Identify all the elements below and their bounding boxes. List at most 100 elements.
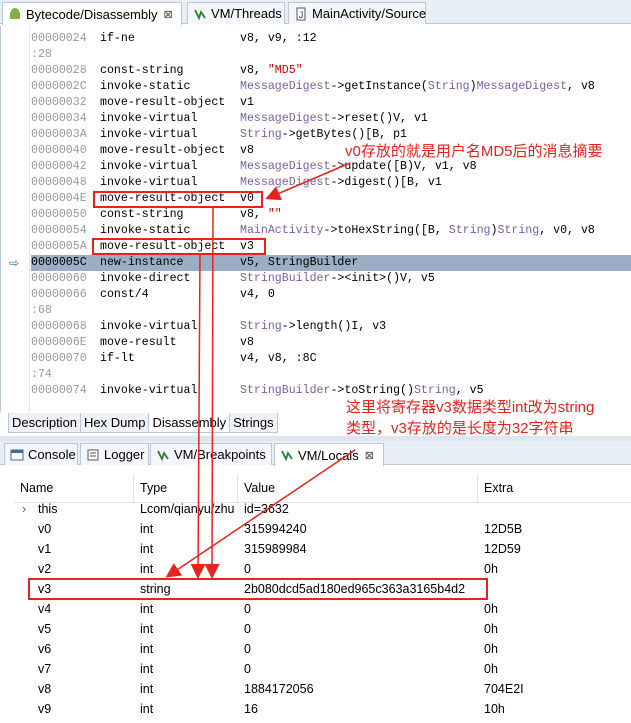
cell-value: 0: [244, 602, 251, 616]
code-opcode: const/4: [100, 288, 149, 301]
close-icon[interactable]: ⊠: [164, 8, 173, 21]
tab-strings[interactable]: Strings: [229, 413, 278, 433]
operand-segment: v8, v9, :12: [240, 32, 317, 45]
locals-row[interactable]: v0 int 315994240 12D5B: [14, 519, 631, 539]
operand-segment: ->length()I, v3: [281, 320, 387, 333]
code-address: 00000048: [31, 176, 87, 189]
cell-type: int: [140, 662, 154, 676]
operand-segment: v8,: [240, 208, 268, 221]
code-opcode: move-result-object: [100, 96, 226, 109]
operand-segment: MessageDigest: [240, 160, 331, 173]
code-opcode: if-lt: [100, 352, 135, 365]
tab-label: VM/Threads: [211, 6, 282, 21]
code-address: 00000024: [31, 32, 87, 45]
tab-bytecode-disassembly[interactable]: Bytecode/Disassembly ⊠: [2, 2, 182, 25]
locals-row[interactable]: v7 int 0 0h: [14, 659, 631, 679]
code-address: :28: [31, 48, 52, 61]
operand-segment: ->getInstance(: [330, 80, 428, 93]
code-address: 00000066: [31, 288, 87, 301]
code-address: 0000002C: [31, 80, 87, 93]
code-opcode: const-string: [100, 64, 184, 77]
lower-tab-bar: Console Logger VM/Breakpoints VM/Locals …: [0, 441, 631, 466]
code-operands: String->getBytes()[B, p1: [240, 127, 407, 143]
disassembly-editor[interactable]: ⇨ 00000024 if-ne v8, v9, :12:28 00000028 con…: [0, 26, 631, 412]
code-operands: MainActivity->toHexString([B, String)Str…: [240, 223, 595, 239]
operand-segment: String: [448, 224, 491, 237]
operand-segment: MessageDigest: [240, 80, 331, 93]
code-operands: MessageDigest->getInstance(String)Messag…: [240, 79, 595, 95]
cell-value: 16: [244, 702, 258, 716]
code-line[interactable]: 0000005C new-instance v5, StringBuilder: [31, 255, 631, 271]
tab-vm-threads[interactable]: VM/Threads: [187, 2, 285, 24]
tab-console[interactable]: Console: [4, 443, 78, 465]
console-icon: [10, 448, 24, 462]
operand-segment: v4, 0: [240, 288, 275, 301]
operand-segment: v8,: [240, 64, 268, 77]
code-opcode: invoke-virtual: [100, 160, 198, 173]
locals-row[interactable]: › this Lcom/qianyu/zhu id=3632: [14, 499, 631, 519]
cell-name: v4: [38, 602, 52, 616]
code-address: 0000005C: [31, 256, 87, 269]
code-opcode: if-ne: [100, 32, 135, 45]
tab-vm-locals[interactable]: VM/Locals ⊠: [274, 443, 384, 466]
operand-segment: StringBuilder: [240, 384, 331, 397]
code-opcode: invoke-virtual: [100, 128, 198, 141]
column-header-name[interactable]: Name: [14, 474, 134, 502]
locals-row[interactable]: v4 int 0 0h: [14, 599, 631, 619]
locals-row[interactable]: v6 int 0 0h: [14, 639, 631, 659]
cell-name: v1: [38, 542, 52, 556]
code-address: 00000074: [31, 384, 87, 397]
breakpoints-icon: [156, 448, 170, 462]
locals-icon: [280, 448, 294, 462]
cell-value: 315989984: [244, 542, 307, 556]
cell-type: int: [140, 602, 154, 616]
cell-name: v9: [38, 702, 52, 716]
code-address: 00000032: [31, 96, 87, 109]
code-operands: v4, v8, :8C: [240, 351, 317, 367]
code-opcode: const-string: [100, 208, 184, 221]
operand-segment: v5, StringBuilder: [240, 256, 359, 269]
code-address: :74: [31, 368, 52, 381]
tab-vm-breakpoints[interactable]: VM/Breakpoints: [150, 443, 272, 465]
tab-description[interactable]: Description: [8, 413, 82, 433]
column-header-type[interactable]: Type: [134, 474, 238, 502]
code-address: 00000050: [31, 208, 87, 221]
expand-icon[interactable]: ›: [22, 499, 26, 519]
logger-icon: [86, 448, 100, 462]
code-operands: String->length()I, v3: [240, 319, 386, 335]
operand-segment: MainActivity: [240, 224, 324, 237]
cell-extra: 12D59: [484, 542, 521, 556]
tab-disassembly[interactable]: Disassembly: [148, 413, 231, 433]
locals-row[interactable]: v2 int 0 0h: [14, 559, 631, 579]
cell-name: v8: [38, 682, 52, 696]
locals-row[interactable]: v8 int 1884172056 704E2I: [14, 679, 631, 699]
cell-extra: 0h: [484, 642, 498, 656]
tab-hex-dump[interactable]: Hex Dump: [80, 413, 150, 433]
code-operands: v8: [240, 143, 254, 159]
tab-mainactivity-source[interactable]: J MainActivity/Source: [288, 2, 426, 24]
android-icon: [8, 7, 22, 21]
tab-label: Logger: [104, 447, 145, 462]
operand-segment: String: [497, 224, 540, 237]
column-header-extra[interactable]: Extra: [478, 474, 631, 502]
cell-name: v5: [38, 622, 52, 636]
code-address: 00000054: [31, 224, 87, 237]
locals-row[interactable]: v9 int 16 10h: [14, 699, 631, 719]
tab-label: Bytecode/Disassembly: [26, 6, 158, 22]
locals-row[interactable]: v1 int 315989984 12D59: [14, 539, 631, 559]
code-operands: v8, "": [240, 207, 282, 223]
column-header-value[interactable]: Value: [238, 474, 478, 502]
operand-segment: ->toString(): [330, 384, 414, 397]
close-icon[interactable]: ⊠: [365, 449, 374, 462]
code-opcode: invoke-virtual: [100, 320, 198, 333]
cell-type: int: [140, 682, 154, 696]
tab-label: VM/Locals: [298, 447, 359, 463]
annotation-v0: v0存放的就是用户名MD5后的消息摘要: [345, 143, 603, 160]
code-operands: v8: [240, 335, 254, 351]
annotation-v3-line1: 这里将寄存器v3数据类型int改为string: [346, 399, 595, 416]
tab-logger[interactable]: Logger: [80, 443, 149, 465]
locals-row[interactable]: v5 int 0 0h: [14, 619, 631, 639]
code-address: 00000040: [31, 144, 87, 157]
operand-segment: MessageDigest: [476, 80, 568, 93]
tab-label: VM/Breakpoints: [174, 447, 266, 462]
